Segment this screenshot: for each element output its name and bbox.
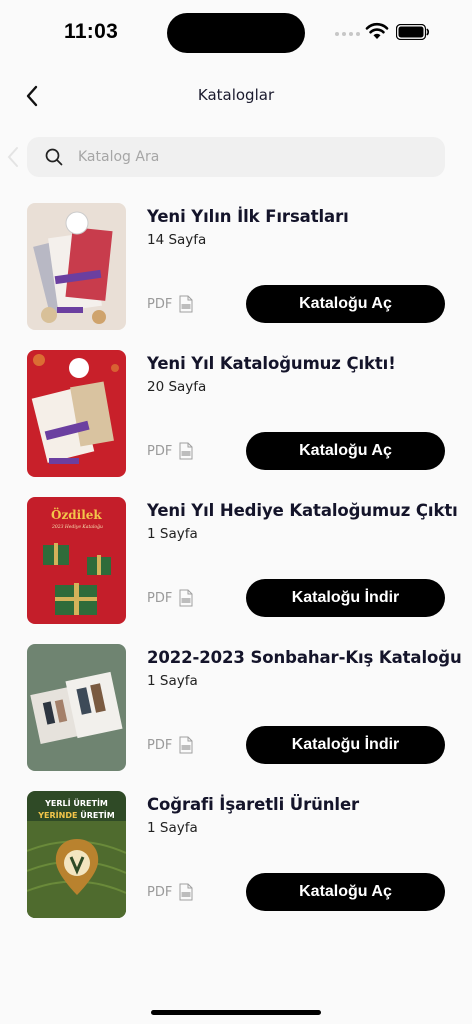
catalog-title: Yeni Yıl Kataloğumuz Çıktı! — [147, 354, 396, 373]
catalog-item: Yeni Yılın İlk Fırsatları 14 Sayfa PDF K… — [27, 203, 447, 350]
catalog-cover-image[interactable] — [27, 203, 126, 330]
open-catalog-button[interactable]: Kataloğu Aç — [246, 432, 445, 470]
catalog-page-count: 1 Sayfa — [147, 673, 198, 689]
format-label: PDF — [147, 443, 173, 459]
catalog-item: Yeni Yıl Kataloğumuz Çıktı! 20 Sayfa PDF… — [27, 350, 447, 497]
open-catalog-button[interactable]: Kataloğu Aç — [246, 285, 445, 323]
catalog-title: Coğrafi İşaretli Ürünler — [147, 795, 360, 814]
pdf-file-icon — [179, 883, 193, 901]
catalog-format: PDF — [147, 295, 194, 313]
format-label: PDF — [147, 884, 173, 900]
pdf-file-icon — [179, 295, 193, 313]
catalog-cover-image[interactable]: YERLİ ÜRETİM YERİNDE ÜRETİM — [27, 791, 126, 918]
cover-headline-text: YERLİ ÜRETİM — [44, 798, 108, 808]
cellular-signal-icon — [335, 32, 360, 36]
catalog-title: 2022-2023 Sonbahar-Kış Kataloğu — [147, 648, 462, 667]
home-indicator[interactable] — [151, 1010, 321, 1015]
open-catalog-button[interactable]: Kataloğu Aç — [246, 873, 445, 911]
catalog-item: Özdilek 2023 Hediye Kataloğu Yeni Yıl He… — [27, 497, 458, 644]
catalog-item: 2022-2023 Sonbahar-Kış Kataloğu 1 Sayfa … — [27, 644, 462, 791]
catalog-item: YERLİ ÜRETİM YERİNDE ÜRETİM Coğrafi İşar… — [27, 791, 447, 938]
catalog-page-count: 1 Sayfa — [147, 820, 198, 836]
dynamic-island — [167, 13, 305, 53]
catalog-cover-image[interactable] — [27, 644, 126, 771]
format-label: PDF — [147, 296, 173, 312]
search-icon — [45, 148, 63, 166]
cover-subline-text: YERİNDE ÜRETİM — [37, 810, 115, 820]
format-label: PDF — [147, 737, 173, 753]
catalog-page-count: 20 Sayfa — [147, 379, 207, 395]
download-catalog-button[interactable]: Kataloğu İndir — [246, 579, 445, 617]
search-input[interactable] — [78, 149, 408, 165]
pdf-file-icon — [179, 442, 193, 460]
catalog-title: Yeni Yıl Hediye Kataloğumuz Çıktı — [147, 501, 458, 520]
catalog-format: PDF — [147, 883, 194, 901]
wifi-icon — [365, 22, 389, 39]
status-time: 11:03 — [64, 20, 119, 43]
catalog-format: PDF — [147, 736, 194, 754]
page-title: Kataloglar — [197, 86, 275, 104]
cover-caption-text: 2023 Hediye Kataloğu — [51, 523, 103, 530]
catalog-cover-image[interactable]: Özdilek 2023 Hediye Kataloğu — [27, 497, 126, 624]
catalog-page-count: 1 Sayfa — [147, 526, 198, 542]
download-catalog-button[interactable]: Kataloğu İndir — [246, 726, 445, 764]
format-label: PDF — [147, 590, 173, 606]
swipe-back-chevron-icon — [7, 147, 18, 167]
search-bar[interactable] — [27, 137, 445, 177]
status-bar: 11:03 — [0, 0, 472, 64]
battery-icon — [396, 24, 430, 40]
catalog-page-count: 14 Sayfa — [147, 232, 207, 248]
header: Kataloglar — [0, 76, 472, 116]
catalog-format: PDF — [147, 589, 194, 607]
catalog-cover-image[interactable] — [27, 350, 126, 477]
pdf-file-icon — [179, 736, 193, 754]
pdf-file-icon — [179, 589, 193, 607]
catalog-list: Yeni Yılın İlk Fırsatları 14 Sayfa PDF K… — [27, 203, 462, 938]
cover-brand-text: Özdilek — [51, 506, 102, 522]
catalog-title: Yeni Yılın İlk Fırsatları — [147, 207, 349, 226]
catalog-format: PDF — [147, 442, 194, 460]
